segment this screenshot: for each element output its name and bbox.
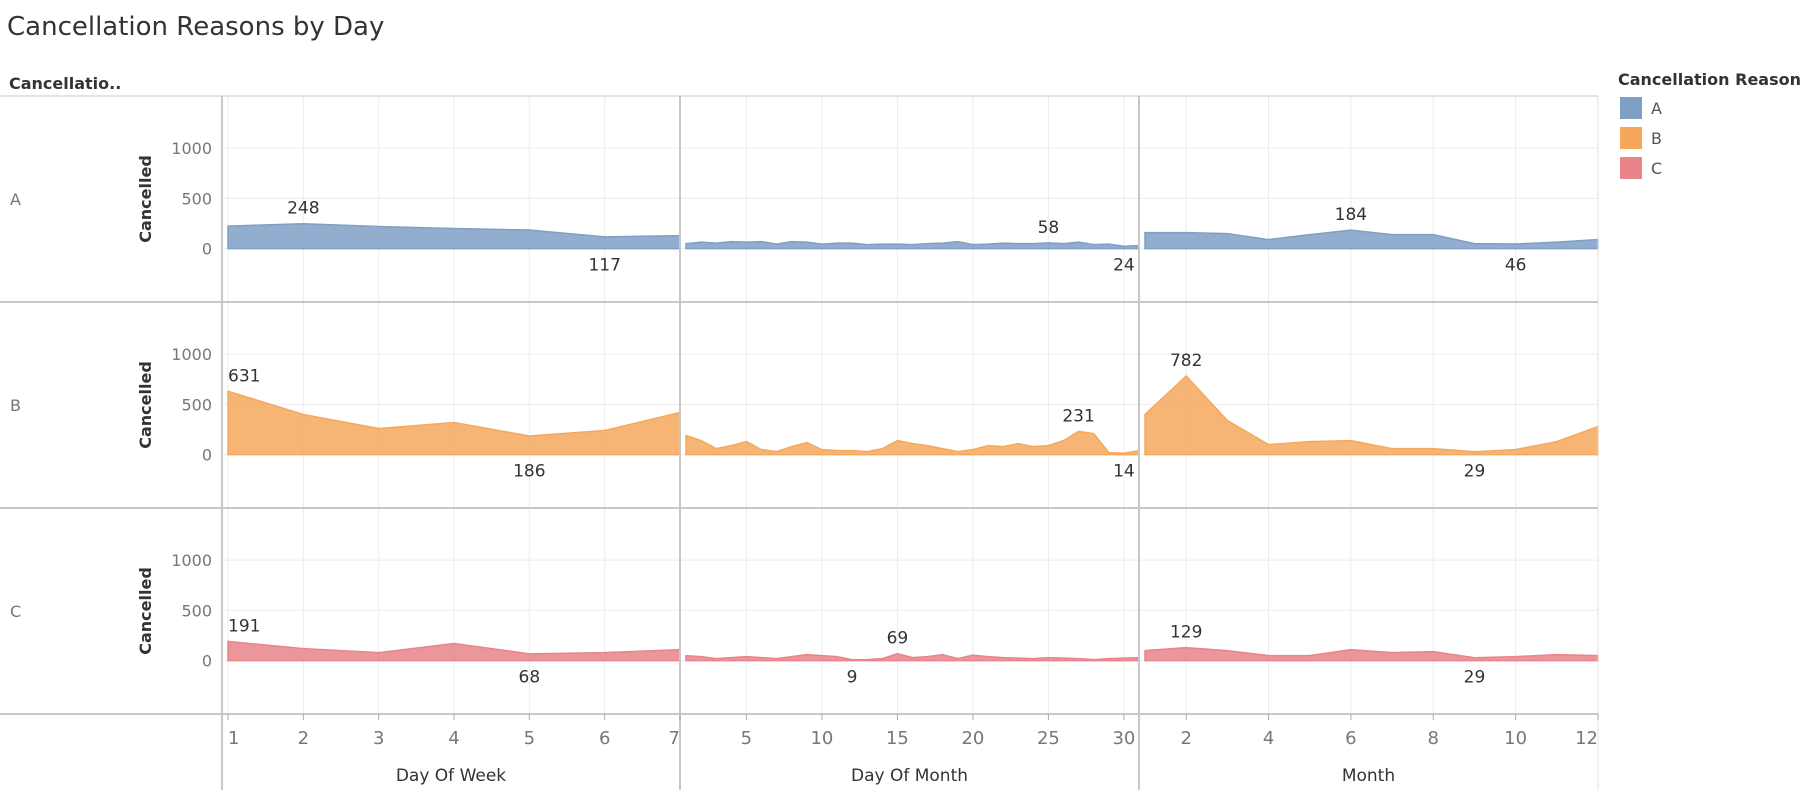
data-label: 9	[847, 668, 858, 688]
data-label: 191	[228, 616, 260, 636]
x-tick-label: 10	[1504, 728, 1527, 749]
legend-item-c[interactable]: C	[1618, 153, 1801, 183]
legend-label-c: C	[1651, 158, 1663, 178]
data-label: 782	[1170, 351, 1202, 371]
y-tick-label: 0	[202, 446, 212, 465]
data-label: 69	[887, 629, 909, 649]
data-label: 58	[1038, 218, 1060, 238]
y-axis-title: Cancelled	[136, 567, 155, 655]
x-axis-title: Day Of Month	[851, 766, 968, 786]
x-tick-label: 5	[741, 728, 752, 749]
x-tick-label: 4	[448, 728, 459, 749]
y-tick-label: 500	[181, 395, 212, 414]
legend-label-b: B	[1651, 128, 1662, 148]
y-tick-label: 1000	[171, 551, 212, 570]
x-tick-label: 10	[810, 728, 833, 749]
y-tick-label: 1000	[171, 345, 212, 364]
area-c-month[interactable]	[1144, 646, 1599, 662]
area-chart: A Cancelled 0 500 1000 B Cancelled 0 500 1000 C Can…	[0, 95, 1599, 790]
y-tick-label: 0	[202, 240, 212, 259]
y-axis-title: Cancelled	[136, 155, 155, 243]
area-a-month[interactable]	[1144, 229, 1599, 250]
legend-item-b[interactable]: B	[1618, 123, 1801, 153]
x-tick-label: 2	[298, 728, 309, 749]
legend-item-a[interactable]: A	[1618, 93, 1801, 123]
x-tick-label: 8	[1428, 728, 1439, 749]
row-label-b: B	[10, 396, 21, 415]
x-tick-label: 20	[961, 728, 984, 749]
row-label-c: C	[10, 602, 21, 621]
x-tick-label: 6	[1345, 728, 1356, 749]
data-label: 248	[287, 199, 319, 219]
data-label: 14	[1113, 462, 1135, 482]
data-label: 29	[1464, 462, 1486, 482]
legend-swatch-a	[1620, 97, 1642, 119]
data-label: 24	[1113, 256, 1135, 276]
y-tick-label: 500	[181, 601, 212, 620]
data-label: 29	[1464, 668, 1486, 688]
legend-swatch-b	[1620, 127, 1642, 149]
area-c-day-of-week[interactable]	[227, 640, 681, 662]
data-label: 631	[228, 366, 260, 386]
area-c-day-of-month[interactable]	[685, 652, 1140, 662]
x-tick-label: 3	[373, 728, 384, 749]
x-tick-label: 4	[1263, 728, 1274, 749]
data-label: 186	[513, 462, 545, 482]
data-label: 231	[1062, 406, 1094, 426]
y-tick-label: 1000	[171, 139, 212, 158]
data-label: 117	[588, 256, 620, 276]
legend: Cancellation Reason A B C	[1618, 70, 1801, 183]
legend-title: Cancellation Reason	[1618, 70, 1801, 89]
x-tick-label: 5	[524, 728, 535, 749]
x-tick-label: 1	[228, 728, 239, 749]
data-label: 129	[1170, 623, 1202, 643]
y-tick-label: 0	[202, 652, 212, 671]
area-b-month[interactable]	[1144, 375, 1599, 456]
area-b-day-of-month[interactable]	[685, 430, 1140, 456]
legend-label-a: A	[1651, 98, 1662, 118]
y-tick-label: 500	[181, 189, 212, 208]
x-axis-title: Month	[1342, 766, 1395, 786]
x-tick-label: 25	[1037, 728, 1060, 749]
x-tick-label: 7	[669, 728, 680, 749]
area-a-day-of-month[interactable]	[685, 240, 1140, 250]
row-label-a: A	[10, 190, 21, 209]
x-tick-label: 30	[1112, 728, 1135, 749]
data-label: 68	[519, 668, 541, 688]
x-tick-label: 6	[599, 728, 610, 749]
legend-swatch-c	[1620, 157, 1642, 179]
data-label: 184	[1335, 205, 1367, 225]
x-tick-label: 2	[1180, 728, 1191, 749]
data-label: 46	[1505, 256, 1527, 276]
x-axis-title: Day Of Week	[396, 766, 506, 786]
x-tick-label: 15	[886, 728, 909, 749]
x-tick-label: 12	[1575, 728, 1598, 749]
y-axis-title: Cancelled	[136, 361, 155, 449]
